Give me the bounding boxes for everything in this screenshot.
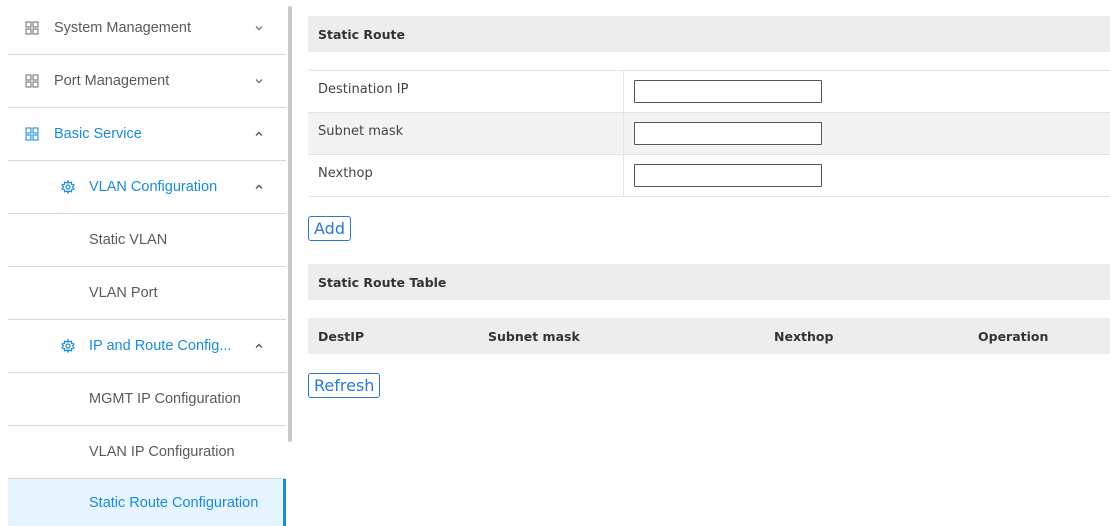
add-button[interactable]: Add [308, 216, 351, 241]
sidebar-nav: System Management Port Management Basic … [0, 0, 286, 526]
grid-icon [25, 127, 39, 141]
gear-icon [61, 180, 75, 194]
sidebar-item-basic-service[interactable]: Basic Service [8, 108, 286, 161]
grid-icon [25, 21, 39, 35]
sidebar-item-mgmt-ip-configuration[interactable]: MGMT IP Configuration [8, 373, 286, 426]
gear-icon [61, 339, 75, 353]
sidebar-item-vlan-configuration[interactable]: VLAN Configuration [8, 161, 286, 214]
destination-ip-input[interactable] [634, 80, 822, 103]
sidebar-item-vlan-port[interactable]: VLAN Port [8, 267, 286, 320]
chevron-up-icon [255, 343, 263, 348]
sidebar-item-ip-route-config[interactable]: IP and Route Config... [8, 320, 286, 373]
grid-icon [25, 74, 39, 88]
column-header-subnet-mask: Subnet mask [488, 328, 580, 344]
nexthop-label: Nexthop [308, 155, 624, 196]
sidebar-item-label: System Management [54, 20, 192, 36]
chevron-down-icon [255, 79, 263, 84]
sidebar-item-label: MGMT IP Configuration [89, 391, 241, 407]
sidebar-item-static-route-configuration[interactable]: Static Route Configuration [8, 479, 286, 526]
chevron-up-icon [255, 131, 263, 136]
section-title-static-route-table: Static Route Table [308, 264, 1110, 300]
subnet-mask-label: Subnet mask [308, 113, 624, 154]
form-row-subnet-mask: Subnet mask [308, 113, 1110, 155]
sidebar-item-label: Static VLAN [89, 232, 168, 248]
nexthop-input[interactable] [634, 164, 822, 187]
static-route-form: Destination IP Subnet mask Nexthop [308, 70, 1110, 197]
column-header-operation: Operation [978, 328, 1049, 344]
subnet-mask-input[interactable] [634, 122, 822, 145]
refresh-button[interactable]: Refresh [308, 373, 381, 398]
chevron-down-icon [255, 26, 263, 31]
sidebar-item-label: Static Route Configuration [89, 495, 259, 511]
sidebar-item-system-management[interactable]: System Management [8, 2, 286, 55]
column-header-destip: DestIP [318, 328, 365, 344]
sidebar-item-label: VLAN IP Configuration [89, 444, 235, 460]
sidebar-item-label: VLAN Port [89, 285, 158, 301]
route-table-header: DestIP Subnet mask Nexthop Operation [308, 318, 1110, 354]
chevron-up-icon [255, 184, 263, 189]
sidebar-item-label: IP and Route Config... [89, 338, 232, 354]
sidebar-item-port-management[interactable]: Port Management [8, 55, 286, 108]
section-title-static-route: Static Route [308, 16, 1110, 52]
destination-ip-label: Destination IP [308, 71, 624, 112]
column-header-nexthop: Nexthop [774, 328, 834, 344]
sidebar-item-label: Basic Service [54, 126, 142, 142]
sidebar-item-vlan-ip-configuration[interactable]: VLAN IP Configuration [8, 426, 286, 479]
sidebar-scrollbar[interactable] [288, 6, 292, 442]
form-row-destination-ip: Destination IP [308, 71, 1110, 113]
sidebar-item-label: VLAN Configuration [89, 179, 218, 195]
sidebar-item-static-vlan[interactable]: Static VLAN [8, 214, 286, 267]
form-row-nexthop: Nexthop [308, 155, 1110, 197]
sidebar-item-label: Port Management [54, 73, 170, 89]
